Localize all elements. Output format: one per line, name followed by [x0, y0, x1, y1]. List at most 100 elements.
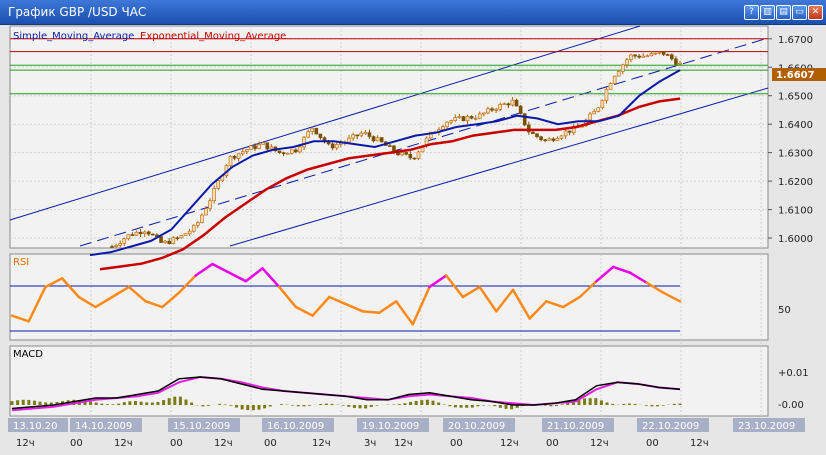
candle-body [498, 104, 503, 110]
candle-body [633, 54, 637, 57]
candle-body [151, 233, 155, 236]
close-button[interactable]: ✕ [808, 5, 823, 20]
candle-body [649, 53, 654, 57]
candle-body [138, 231, 143, 234]
candle-body [522, 113, 527, 126]
candle-body [261, 142, 265, 145]
candle-body [494, 109, 498, 111]
candle-body [473, 117, 478, 120]
candle-body [539, 136, 543, 140]
candle-body [265, 142, 270, 150]
date-label: 19.10.2009 [362, 421, 419, 432]
candle-body [183, 233, 188, 236]
candle-body [457, 116, 462, 118]
candle-body [596, 107, 601, 112]
candle-body [285, 152, 290, 155]
candle-body [289, 149, 294, 154]
candle-body [404, 152, 409, 155]
chart-area[interactable]: Simple_Moving_Average Exponential_Moving… [0, 24, 826, 455]
candle-body [351, 134, 355, 139]
candle-body [281, 152, 286, 154]
date-label: 20.10.2009 [448, 421, 505, 432]
candle-body [637, 55, 641, 58]
legend-sma: Simple_Moving_Average [13, 31, 134, 42]
tile-button[interactable]: ▥ [760, 5, 775, 20]
macd-label: MACD [13, 349, 43, 360]
candle-body [187, 230, 192, 235]
candle-body [208, 200, 212, 209]
candle-body [122, 238, 127, 244]
candle-body [118, 243, 122, 246]
hour-label: 00 [546, 438, 559, 449]
candle-body [629, 54, 633, 60]
candle-body [249, 145, 253, 150]
candle-body [535, 133, 539, 137]
date-label: 13.10.20 [13, 421, 58, 432]
layout-button[interactable]: ▤ [776, 5, 791, 20]
candle-body [114, 244, 118, 247]
candle-body [167, 240, 172, 245]
candle-body [163, 240, 167, 243]
candle-body [408, 153, 413, 159]
date-label: 22.10.2009 [642, 421, 699, 432]
candle-body [126, 234, 131, 240]
candle-body [298, 146, 302, 153]
candle-body [159, 236, 163, 243]
candle-body [678, 62, 682, 65]
candle-body [240, 151, 245, 155]
candle-body [674, 58, 678, 65]
candle-body [134, 231, 139, 236]
hour-label: 12ч [590, 438, 609, 449]
candle-body [592, 110, 596, 115]
candle-body [314, 127, 319, 135]
candle-body [510, 99, 515, 106]
candle-body [400, 152, 404, 156]
candle-body [339, 142, 343, 145]
hour-label: 12ч [312, 438, 331, 449]
candle-body [482, 112, 486, 115]
candle-body [506, 103, 511, 106]
date-label: 15.10.2009 [173, 421, 230, 432]
candle-body [661, 51, 666, 55]
candle-body [294, 149, 298, 153]
help-button[interactable]: ? [744, 5, 759, 20]
candle-body [310, 127, 315, 133]
candle-body [330, 143, 335, 149]
rsi-tick-50: 50 [778, 305, 791, 316]
candle-body [363, 132, 368, 135]
price-panel[interactable] [9, 25, 769, 249]
candle-body [142, 231, 147, 234]
candle-body [236, 153, 241, 159]
chart-window: График GBP /USD ЧАС ? ▥ ▤ ▭ ✕ Simple_Mov… [0, 0, 826, 455]
minimize-button[interactable]: ▭ [792, 5, 807, 20]
candle-body [625, 59, 629, 66]
title-bar[interactable]: График GBP /USD ЧАС ? ▥ ▤ ▭ ✕ [0, 0, 826, 25]
price-tick-label: 1.6500 [778, 92, 813, 103]
date-label: 14.10.2009 [75, 421, 132, 432]
candle-body [355, 134, 359, 137]
legend-ema: Exponential_Moving_Average [140, 31, 286, 42]
candle-body [367, 132, 372, 137]
candle-body [175, 237, 180, 240]
candle-body [469, 116, 474, 119]
candle-body [531, 131, 535, 135]
rsi-segment [361, 310, 381, 315]
candle-body [196, 222, 200, 226]
price-tick-label: 1.6200 [778, 177, 813, 188]
candle-body [604, 89, 609, 101]
candle-body [453, 117, 458, 121]
candle-body [612, 75, 617, 84]
hour-label: 00 [264, 438, 277, 449]
hour-label: 00 [450, 438, 463, 449]
candle-body [670, 54, 674, 60]
window-title: График GBP /USD ЧАС [8, 5, 147, 19]
hour-label: 12ч [114, 438, 133, 449]
date-label: 16.10.2009 [267, 421, 324, 432]
hour-label: 00 [70, 438, 83, 449]
candle-body [277, 150, 282, 153]
macd-panel[interactable] [9, 345, 769, 417]
candle-body [379, 137, 384, 143]
candle-body [588, 113, 592, 121]
current-price-label: 1.6607 [776, 70, 815, 81]
candle-body [616, 71, 621, 77]
